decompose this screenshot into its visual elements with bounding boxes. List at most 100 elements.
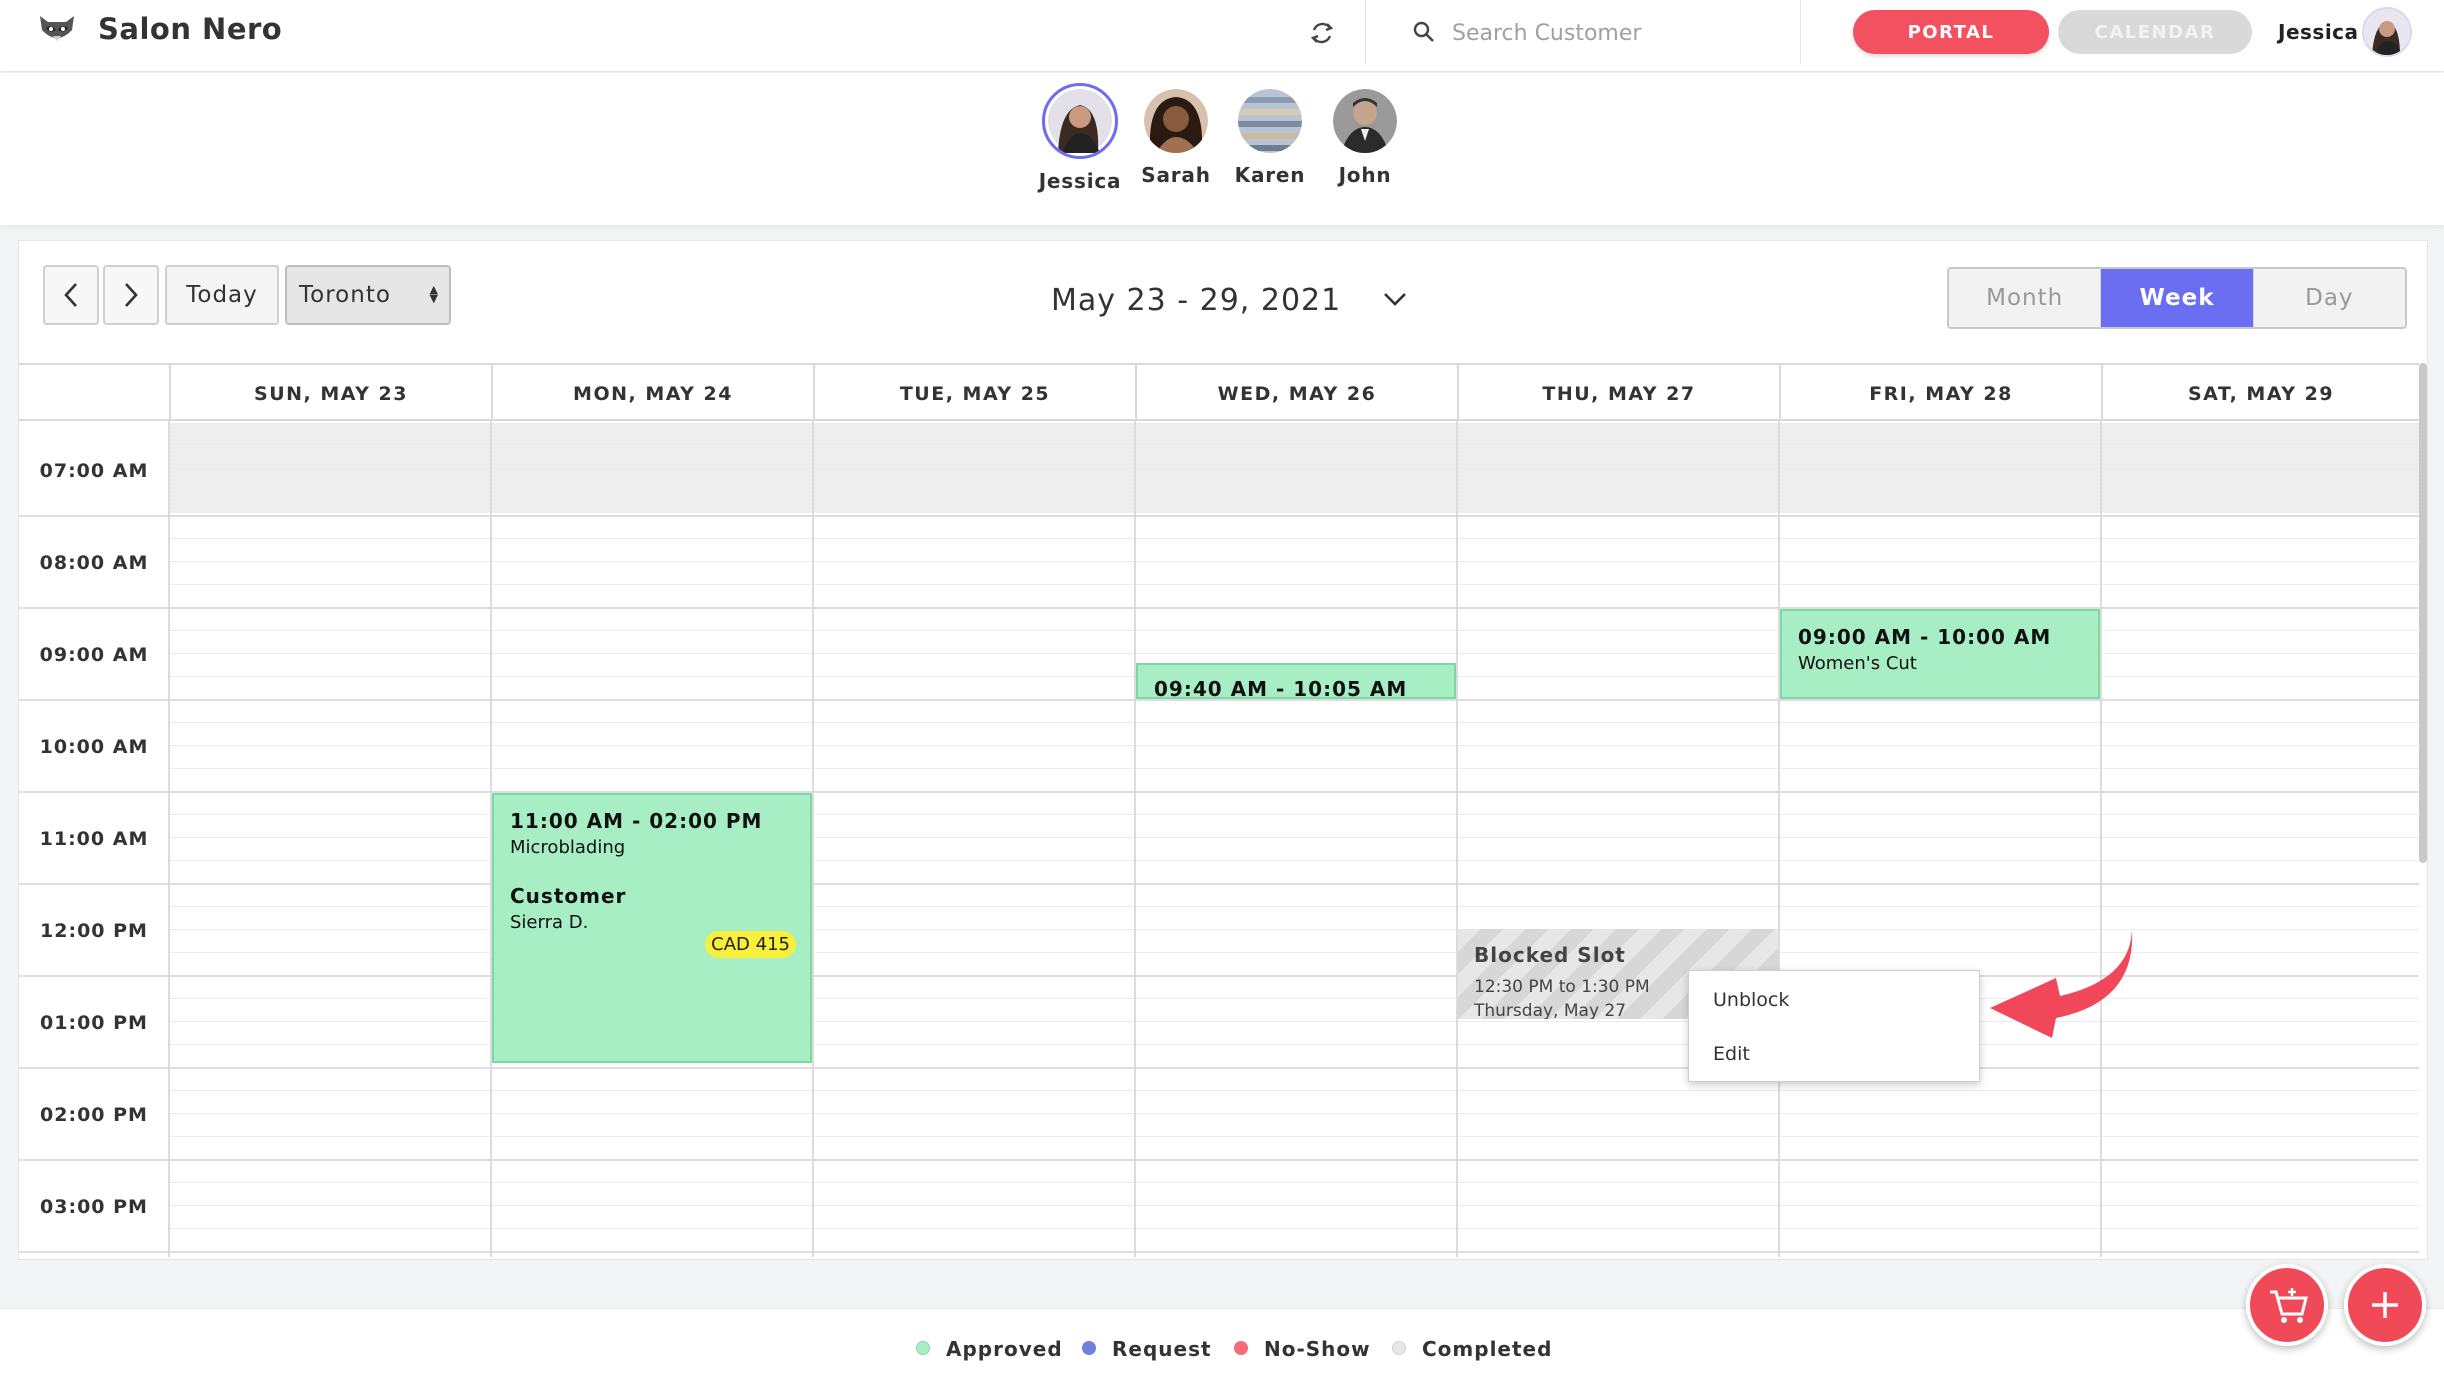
hour-gridline <box>19 1159 2419 1161</box>
chevron-down-icon[interactable] <box>1381 287 1409 311</box>
day-column-divider <box>812 421 814 1257</box>
view-month-button[interactable]: Month <box>1949 269 2102 327</box>
day-header: TUE, MAY 25 <box>813 363 1135 421</box>
appointment-microblading[interactable]: 11:00 AM - 02:00 PM Microblading Custome… <box>492 793 812 1063</box>
today-button[interactable]: Today <box>165 265 279 325</box>
appointment-service: Microblading <box>510 837 626 858</box>
raccoon-logo-icon <box>40 16 74 41</box>
top-header: Salon Nero PORTAL CALENDAR Jessica <box>0 0 2444 72</box>
timezone-value: Toronto <box>299 282 391 308</box>
time-label: 10:00 AM <box>39 736 149 758</box>
week-grid: SUN, MAY 23 MON, MAY 24 TUE, MAY 25 WED,… <box>19 363 2427 1257</box>
avatar <box>1042 83 1118 159</box>
search-icon <box>1413 21 1434 42</box>
context-menu: Unblock Edit <box>1688 970 1980 1082</box>
time-label: 03:00 PM <box>40 1196 148 1218</box>
appointment-time: 11:00 AM - 02:00 PM <box>510 809 763 833</box>
select-arrows-icon: ▲ ▼ <box>429 283 439 305</box>
calendar-panel: Today Toronto ▲ ▼ May 23 - 29, 2021 Month… <box>18 240 2428 1260</box>
legend-footer: Approved Request No-Show Completed <box>0 1308 2444 1388</box>
quarter-gridline <box>169 745 2419 746</box>
quarter-gridline <box>169 561 2419 562</box>
portal-button[interactable]: PORTAL <box>1853 10 2049 54</box>
view-day-button[interactable]: Day <box>2253 269 2405 327</box>
calendar-button[interactable]: CALENDAR <box>2058 10 2252 54</box>
avatar <box>1144 89 1208 153</box>
cart-button[interactable] <box>2246 1264 2328 1346</box>
quarter-gridline <box>169 584 2419 585</box>
view-week-button[interactable]: Week <box>2101 269 2254 327</box>
next-week-button[interactable] <box>103 265 159 325</box>
day-header: SAT, MAY 29 <box>2101 363 2419 421</box>
quarter-gridline <box>169 1090 2419 1091</box>
pointer-arrow-icon <box>1990 930 2133 1038</box>
legend-approved: Approved <box>916 1337 1063 1361</box>
quarter-gridline <box>169 538 2419 539</box>
day-header: THU, MAY 27 <box>1457 363 1779 421</box>
day-column-divider <box>1778 421 1780 1257</box>
user-avatar[interactable] <box>2362 7 2412 57</box>
staff-karen[interactable]: Karen <box>1220 89 1320 187</box>
price-badge: CAD 415 <box>705 931 796 958</box>
view-switcher: Month Week Day <box>1947 267 2407 329</box>
date-range-label: May 23 - 29, 2021 <box>1051 283 1342 318</box>
time-label: 11:00 AM <box>39 828 149 850</box>
quarter-gridline <box>169 1205 2419 1206</box>
appointment-womens-cut[interactable]: 09:00 AM - 10:00 AM Women's Cut <box>1780 609 2100 699</box>
legend-label: Request <box>1112 1337 1212 1361</box>
header-divider <box>1365 0 1366 64</box>
quarter-gridline <box>169 768 2419 769</box>
chevron-left-icon <box>64 283 77 307</box>
quarter-gridline <box>169 1136 2419 1137</box>
legend-dot <box>916 1341 930 1355</box>
header-divider <box>1800 0 1801 64</box>
add-appointment-button[interactable] <box>2344 1264 2426 1346</box>
day-column-divider <box>2100 421 2102 1257</box>
time-label: 02:00 PM <box>40 1104 148 1126</box>
avatar <box>1333 89 1397 153</box>
staff-john[interactable]: John <box>1315 89 1415 187</box>
staff-name: Karen <box>1234 163 1306 187</box>
hour-gridline <box>19 883 2419 885</box>
legend-label: Completed <box>1422 1337 1553 1361</box>
plus-icon <box>2372 1292 2398 1318</box>
avatar <box>1238 89 1302 153</box>
legend-label: No-Show <box>1264 1337 1371 1361</box>
legend-dot <box>1234 1341 1248 1355</box>
prev-week-button[interactable] <box>43 265 99 325</box>
staff-name: Sarah <box>1141 163 1211 187</box>
hour-gridline <box>19 1251 2419 1253</box>
customer-label: Customer <box>510 884 627 908</box>
day-header: FRI, MAY 28 <box>1779 363 2101 421</box>
quarter-gridline <box>169 492 2419 493</box>
grid-scrollbar[interactable] <box>2419 363 2427 863</box>
menu-item-edit[interactable]: Edit <box>1713 1043 1750 1065</box>
day-header: MON, MAY 24 <box>491 363 813 421</box>
time-label: 09:00 AM <box>39 644 149 666</box>
legend-request: Request <box>1082 1337 1212 1361</box>
hour-gridline <box>19 791 2419 793</box>
closed-hours-area <box>169 423 2423 513</box>
user-name[interactable]: Jessica <box>2278 20 2359 44</box>
search-input[interactable] <box>1452 14 1782 52</box>
day-header: SUN, MAY 23 <box>169 363 491 421</box>
quarter-gridline <box>169 722 2419 723</box>
app-title: Salon Nero <box>98 12 283 46</box>
staff-sarah[interactable]: Sarah <box>1126 89 1226 187</box>
timezone-select[interactable]: Toronto ▲ ▼ <box>285 265 451 325</box>
time-label: 01:00 PM <box>40 1012 148 1034</box>
menu-item-unblock[interactable]: Unblock <box>1713 989 1789 1011</box>
legend-dot <box>1392 1341 1406 1355</box>
staff-name: Jessica <box>1038 169 1122 193</box>
legend-dot <box>1082 1341 1096 1355</box>
refresh-icon[interactable] <box>1305 16 1339 50</box>
staff-jessica[interactable]: Jessica <box>1030 83 1130 193</box>
appointment-wed[interactable]: 09:40 AM - 10:05 AM <box>1136 663 1456 699</box>
hour-gridline <box>19 699 2419 701</box>
staff-name: John <box>1338 163 1392 187</box>
chevron-right-icon <box>125 283 138 307</box>
hour-gridline <box>19 515 2419 517</box>
quarter-gridline <box>169 446 2419 447</box>
appointment-service: Women's Cut <box>1798 653 1917 674</box>
blocked-title: Blocked Slot <box>1474 943 1626 967</box>
